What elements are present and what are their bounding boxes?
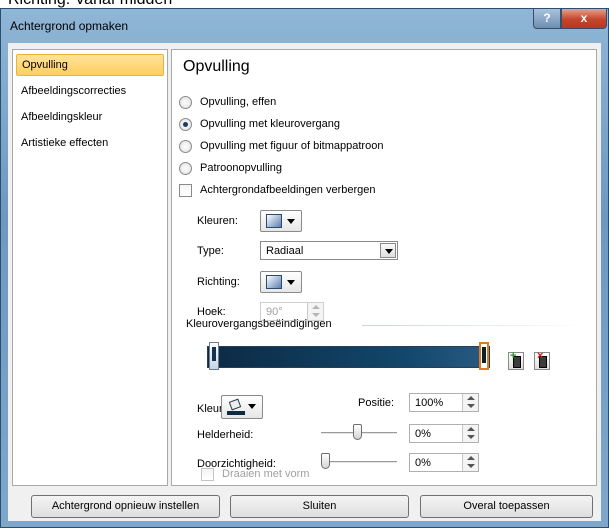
color-swatch-icon (266, 214, 282, 228)
brightness-label: Helderheid: (197, 429, 254, 441)
format-background-dialog: Achtergrond opmaken ? x Opvulling Afbeel… (0, 8, 609, 528)
hide-background-checkbox-row[interactable]: Achtergrondafbeeldingen verbergen (179, 182, 376, 198)
add-gradient-stop-button[interactable] (508, 350, 524, 370)
brightness-value[interactable]: 0% (415, 428, 431, 440)
hide-background-label: Achtergrondafbeeldingen verbergen (200, 184, 376, 196)
colors-label: Kleuren: (197, 215, 238, 227)
spinner-buttons[interactable] (462, 454, 478, 471)
gradient-stop-right-selected[interactable] (479, 342, 489, 370)
background-caption-strip: Richting: Vanaf midden (0, 0, 609, 8)
rotate-with-shape-label: Draaien met vorm (222, 468, 310, 480)
dropdown-arrow-icon[interactable] (380, 243, 396, 258)
spin-up-icon[interactable] (467, 427, 475, 431)
radio-label: Patroonopvulling (200, 162, 282, 174)
chevron-down-icon (248, 404, 256, 409)
close-window-button[interactable]: x (561, 9, 607, 29)
panel-title: Opvulling (183, 58, 250, 75)
radio-gradient-fill[interactable]: Opvulling met kleurovergang (179, 116, 340, 132)
radio-button-selected[interactable] (179, 117, 192, 131)
type-label: Type: (197, 245, 224, 257)
dialog-title: Achtergrond opmaken (10, 19, 129, 33)
reset-background-button[interactable]: Achtergrond opnieuw instellen (31, 495, 220, 518)
type-select[interactable]: Radiaal (260, 241, 398, 260)
brightness-slider-thumb[interactable] (353, 424, 362, 440)
direction-button[interactable] (260, 271, 302, 293)
sidebar-item-artistieke-effecten[interactable]: Artistieke effecten (16, 132, 164, 154)
direction-label: Richting: (197, 276, 240, 288)
radio-label: Opvulling met figuur of bitmappatroon (200, 140, 384, 152)
preset-colors-button[interactable] (260, 210, 302, 232)
close-button[interactable]: Sluiten (230, 495, 409, 518)
title-bar[interactable]: Achtergrond opmaken ? x (1, 9, 608, 43)
spinner-buttons[interactable] (462, 394, 478, 411)
radio-label: Opvulling, effen (200, 96, 277, 108)
position-value[interactable]: 100% (415, 397, 443, 409)
transparency-slider-thumb[interactable] (321, 453, 330, 469)
radio-button[interactable] (179, 161, 192, 175)
category-sidebar: Opvulling Afbeeldingscorrecties Afbeeldi… (12, 49, 168, 486)
apply-to-all-button[interactable]: Overal toepassen (420, 495, 593, 518)
gradient-stops-heading: Kleurovergangsbeëindigingen (186, 318, 332, 330)
radio-pattern-fill[interactable]: Patroonopvulling (179, 160, 282, 176)
direction-swatch-icon (266, 275, 282, 289)
angle-value: 90° (266, 306, 283, 318)
chevron-down-icon (287, 280, 295, 285)
spin-down-icon[interactable] (467, 404, 475, 408)
hide-background-checkbox[interactable] (179, 183, 192, 197)
transparency-value[interactable]: 0% (415, 457, 431, 469)
spin-down-icon (312, 313, 320, 317)
spin-down-icon[interactable] (467, 435, 475, 439)
remove-gradient-stop-button[interactable] (534, 350, 550, 370)
background-caption-text: Richting: Vanaf midden (8, 0, 172, 8)
rotate-with-shape-checkbox (201, 467, 214, 481)
position-label: Positie: (358, 397, 395, 409)
spinner-buttons[interactable] (462, 425, 478, 442)
paint-bucket-icon (227, 398, 245, 415)
spin-up-icon[interactable] (467, 456, 475, 460)
stop-color-label: Kleur (197, 403, 223, 415)
rotate-with-shape-row: Draaien met vorm (201, 466, 309, 482)
gradient-stop-left[interactable] (209, 342, 219, 370)
brightness-spinner[interactable]: 0% (409, 424, 479, 443)
type-select-value: Radiaal (266, 245, 304, 257)
transparency-slider-track[interactable] (321, 461, 397, 463)
spin-up-icon (312, 305, 320, 309)
radio-button[interactable] (179, 95, 192, 109)
sidebar-item-afbeeldingskleur[interactable]: Afbeeldingskleur (16, 106, 164, 128)
stop-color-button[interactable] (221, 395, 263, 419)
radio-solid-fill[interactable]: Opvulling, effen (179, 94, 276, 110)
gradient-preview-bar[interactable] (207, 346, 490, 368)
spin-up-icon[interactable] (467, 396, 475, 400)
angle-label: Hoek: (197, 306, 226, 318)
radio-label: Opvulling met kleurovergang (200, 118, 341, 130)
transparency-spinner[interactable]: 0% (409, 453, 479, 472)
radio-picture-fill[interactable]: Opvulling met figuur of bitmappatroon (179, 138, 383, 154)
spin-down-icon[interactable] (467, 464, 475, 468)
sidebar-item-opvulling[interactable]: Opvulling (16, 54, 164, 76)
position-spinner[interactable]: 100% (409, 393, 479, 412)
chevron-down-icon (287, 219, 295, 224)
help-button[interactable]: ? (533, 9, 561, 29)
section-divider (362, 325, 588, 326)
dialog-body: Opvulling Afbeeldingscorrecties Afbeeldi… (8, 43, 601, 521)
radio-button[interactable] (179, 139, 192, 153)
fill-settings-panel: Opvulling Opvulling, effen Opvulling met… (171, 49, 597, 486)
sidebar-item-afbeeldingscorrecties[interactable]: Afbeeldingscorrecties (16, 80, 164, 102)
